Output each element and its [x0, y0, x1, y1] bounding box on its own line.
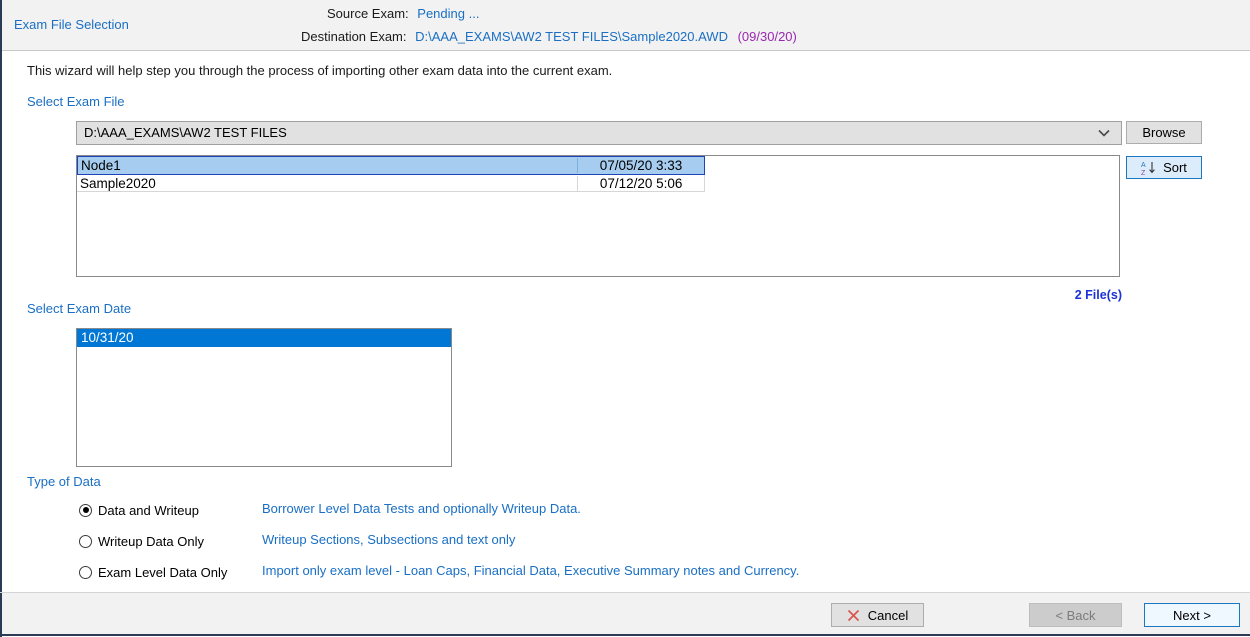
destination-exam-row: Destination Exam: D:\AAA_EXAMS\AW2 TEST …: [301, 29, 797, 44]
window-left-border: [0, 0, 2, 51]
radio-mark-icon[interactable]: [79, 566, 92, 579]
exam-path-combobox[interactable]: D:\AAA_EXAMS\AW2 TEST FILES: [76, 121, 1122, 145]
footer-left-border: [0, 593, 2, 637]
table-row[interactable]: Node1 07/05/20 3:33: [77, 156, 705, 175]
source-exam-label: Source Exam:: [327, 6, 409, 21]
cancel-button[interactable]: Cancel: [831, 603, 924, 627]
sort-button[interactable]: A Z Sort: [1126, 156, 1202, 179]
exam-path-value: D:\AAA_EXAMS\AW2 TEST FILES: [84, 125, 287, 140]
radio-description: Import only exam level - Loan Caps, Fina…: [262, 563, 799, 578]
radio-exam-level-data-only[interactable]: Exam Level Data Only: [79, 563, 227, 581]
radio-description: Borrower Level Data Tests and optionally…: [262, 501, 581, 516]
sort-az-icon: A Z: [1141, 160, 1157, 176]
type-of-data-label: Type of Data: [27, 474, 101, 489]
radio-label: Data and Writeup: [98, 503, 199, 518]
destination-exam-label: Destination Exam:: [301, 29, 407, 44]
chevron-down-icon[interactable]: [1087, 122, 1121, 144]
destination-exam-value: D:\AAA_EXAMS\AW2 TEST FILES\Sample2020.A…: [415, 29, 728, 44]
file-count-label: 2 File(s): [1022, 288, 1122, 302]
sort-button-label: Sort: [1163, 160, 1187, 175]
body-left-border: [0, 51, 2, 592]
back-button[interactable]: < Back: [1029, 603, 1122, 627]
exam-file-list[interactable]: Node1 07/05/20 3:33 Sample2020 07/12/20 …: [76, 155, 1120, 277]
list-item[interactable]: 10/31/20: [77, 329, 451, 347]
cancel-button-label: Cancel: [868, 608, 908, 623]
browse-button[interactable]: Browse: [1126, 121, 1202, 144]
page-title: Exam File Selection: [14, 17, 129, 32]
wizard-footer: Cancel < Back Next >: [0, 592, 1250, 636]
next-button[interactable]: Next >: [1144, 603, 1240, 627]
radio-writeup-data-only[interactable]: Writeup Data Only: [79, 532, 204, 550]
file-name-cell: Sample2020: [77, 176, 578, 191]
file-name-cell: Node1: [78, 158, 578, 173]
source-exam-row: Source Exam: Pending ...: [327, 6, 479, 21]
file-date-cell: 07/05/20 3:33: [578, 158, 704, 173]
svg-text:Z: Z: [1141, 170, 1146, 176]
back-button-label: < Back: [1055, 608, 1095, 623]
close-x-icon: [847, 609, 860, 622]
radio-label: Exam Level Data Only: [98, 565, 227, 580]
intro-text: This wizard will help step you through t…: [27, 63, 612, 78]
wizard-body: This wizard will help step you through t…: [0, 51, 1250, 592]
select-exam-date-label: Select Exam Date: [27, 301, 131, 316]
source-exam-value: Pending ...: [417, 6, 479, 21]
exam-date-list[interactable]: 10/31/20: [76, 328, 452, 467]
select-exam-file-label: Select Exam File: [27, 94, 125, 109]
table-row[interactable]: Sample2020 07/12/20 5:06: [77, 175, 705, 192]
radio-mark-icon[interactable]: [79, 504, 92, 517]
radio-mark-icon[interactable]: [79, 535, 92, 548]
radio-data-and-writeup[interactable]: Data and Writeup: [79, 501, 199, 519]
browse-button-label: Browse: [1142, 125, 1185, 140]
destination-exam-date: (09/30/20): [738, 29, 797, 44]
radio-label: Writeup Data Only: [98, 534, 204, 549]
file-date-cell: 07/12/20 5:06: [578, 176, 704, 191]
wizard-header: Exam File Selection Source Exam: Pending…: [0, 0, 1250, 51]
next-button-label: Next >: [1173, 608, 1211, 623]
radio-description: Writeup Sections, Subsections and text o…: [262, 532, 515, 547]
svg-text:A: A: [1141, 162, 1146, 169]
